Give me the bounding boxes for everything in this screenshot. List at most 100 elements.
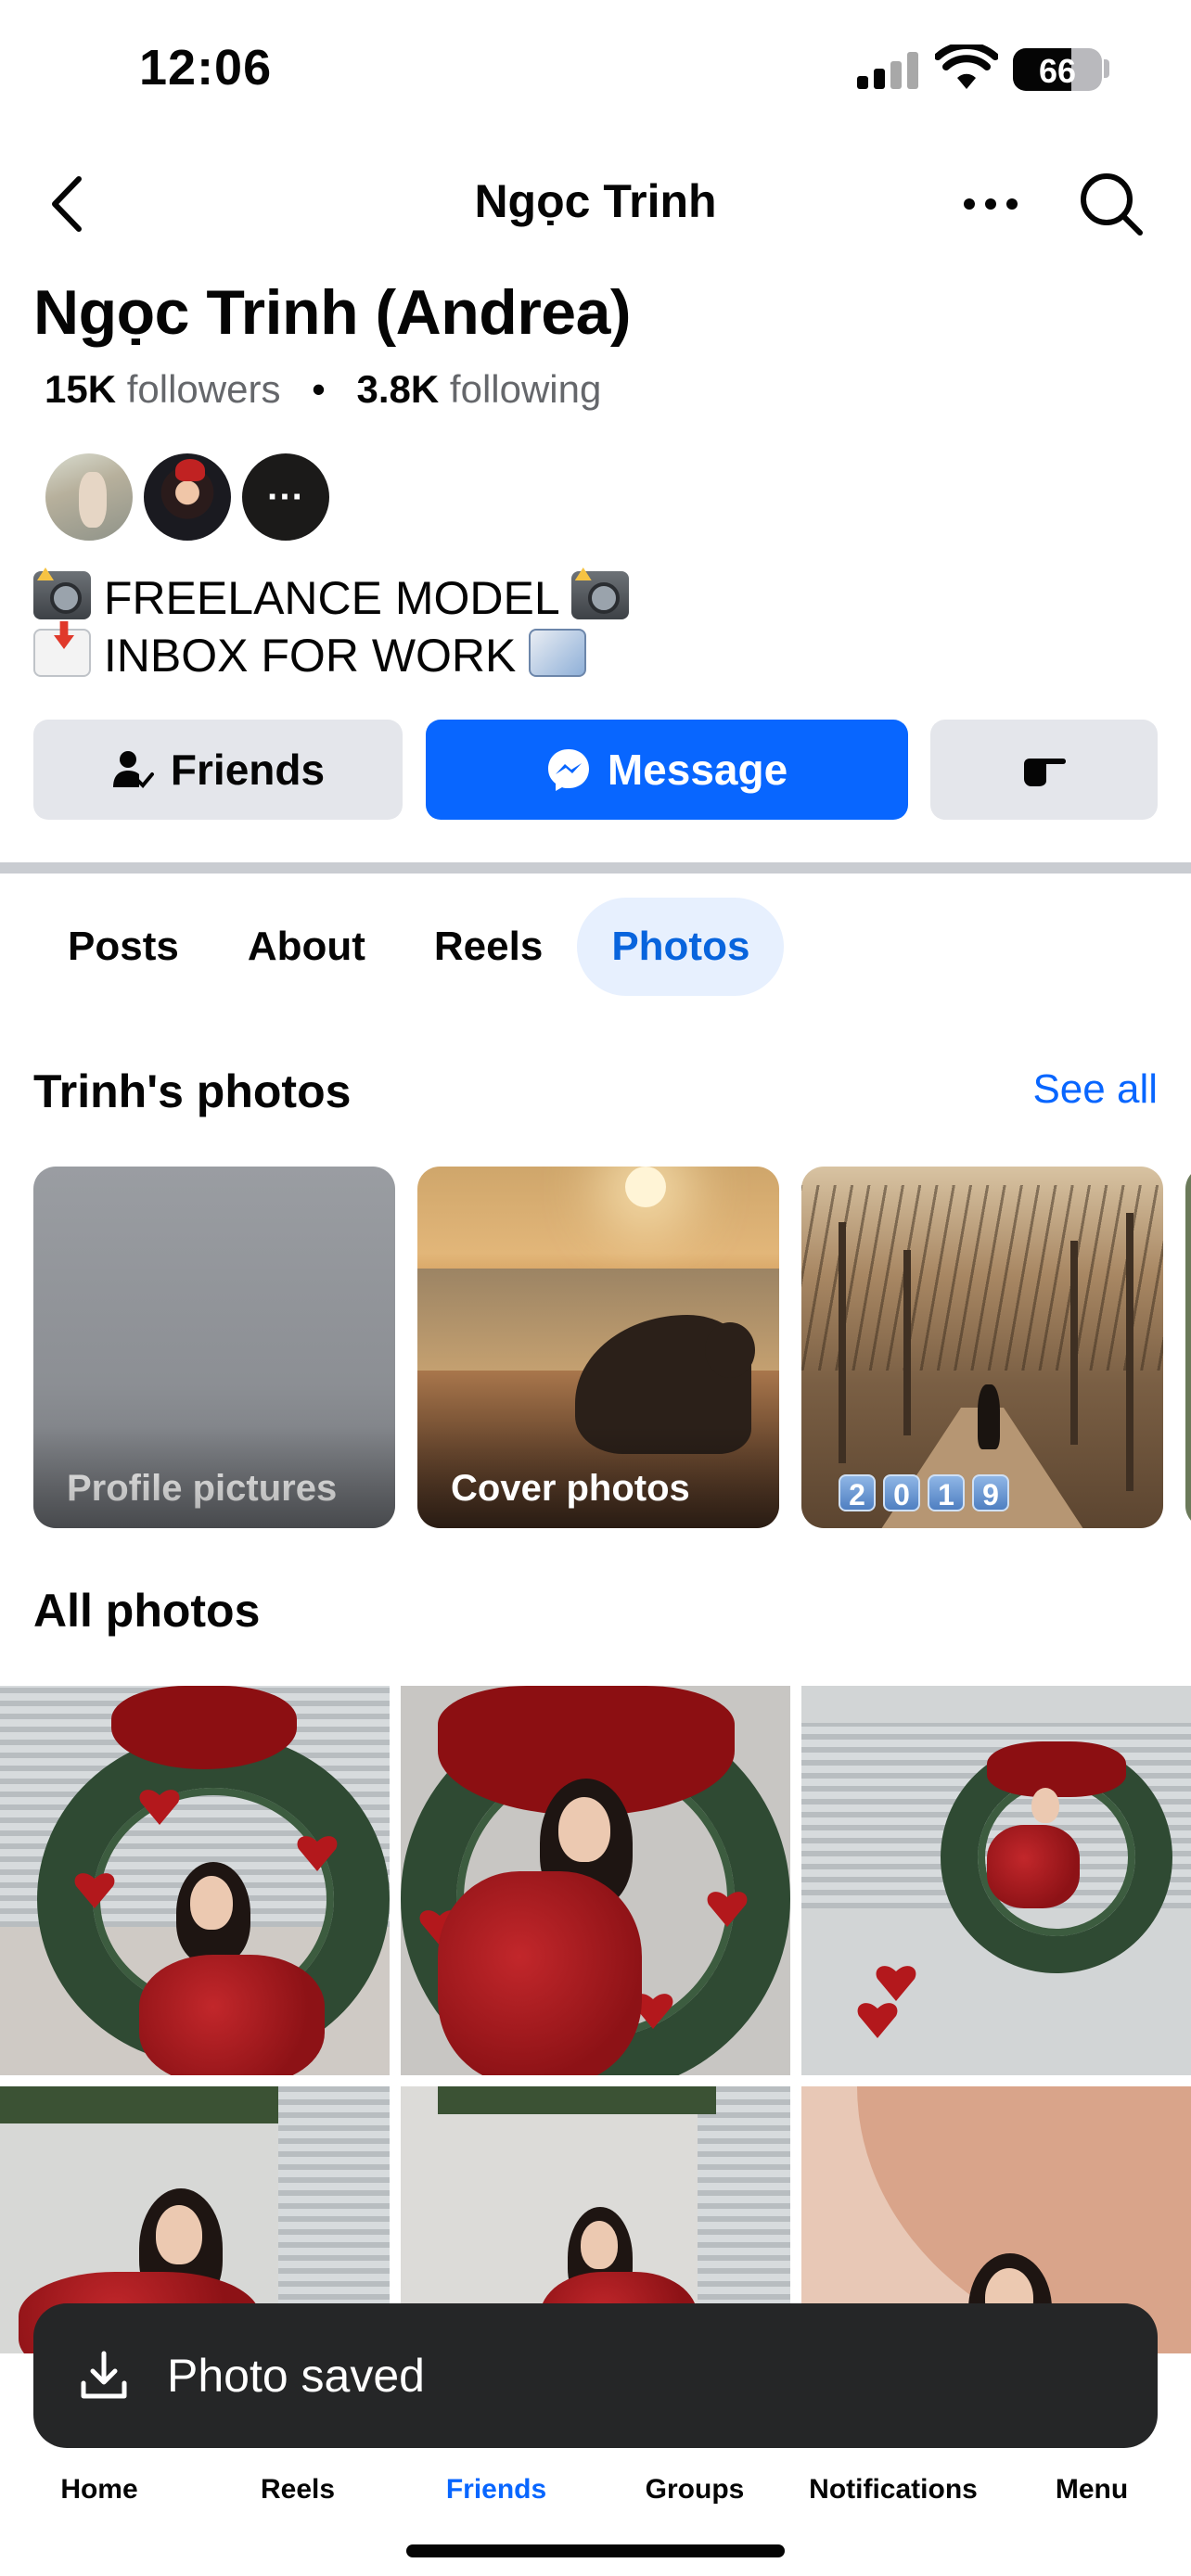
more-options-button[interactable]: [955, 176, 1026, 232]
message-button[interactable]: Message: [426, 720, 908, 820]
friend-check-icon: [111, 748, 154, 791]
wifi-icon: [935, 45, 998, 89]
nav-notifications[interactable]: Notifications: [794, 2474, 992, 2506]
album-2019[interactable]: 2 0 1 9: [801, 1167, 1163, 1528]
followers-label[interactable]: followers: [127, 367, 281, 411]
battery-icon: 66: [1013, 48, 1102, 91]
photo-art: [581, 2221, 618, 2269]
tab-posts[interactable]: Posts: [33, 898, 213, 996]
see-all-link[interactable]: See all: [1032, 1066, 1158, 1113]
keycap-digit: 0: [883, 1474, 920, 1511]
poke-button[interactable]: [930, 720, 1158, 820]
profile-actions: Friends Message: [33, 720, 1158, 820]
more-dots-icon: [964, 198, 1018, 210]
album-label: Cover photos: [451, 1468, 690, 1509]
album-thumbnail-art: [1070, 1241, 1078, 1445]
envelope-arrow-icon: [33, 629, 91, 677]
nav-menu-label: Menu: [1055, 2474, 1129, 2505]
album-profile-pictures[interactable]: Profile pictures: [33, 1167, 395, 1528]
search-button[interactable]: [1074, 167, 1148, 241]
search-icon: [1081, 173, 1143, 236]
nav-reels-label: Reels: [260, 2474, 336, 2505]
status-bar: 12:06 66: [0, 0, 1191, 139]
album-thumbnail-art: [839, 1222, 846, 1463]
incoming-envelope-icon: [529, 629, 587, 677]
status-time: 12:06: [139, 40, 273, 96]
nav-friends-label: Friends: [445, 2474, 547, 2505]
profile-tabs: Posts About Reels Photos: [33, 898, 785, 996]
profile-name: Ngọc Trinh (Andrea): [33, 277, 632, 348]
poke-hand-icon: [1023, 759, 1066, 786]
toast-text: Photo saved: [167, 2350, 425, 2402]
more-mutuals-avatar[interactable]: ···: [239, 451, 332, 543]
mutual-friends[interactable]: ···: [43, 451, 338, 543]
download-icon: [78, 2350, 130, 2402]
photo-art: [438, 1871, 642, 2075]
photo-art: [876, 1964, 916, 2001]
photo-tile[interactable]: [801, 1686, 1191, 2075]
album-thumbnail-art: [801, 1185, 1163, 1371]
photo-art: [156, 2205, 202, 2264]
photo-art: [857, 2001, 898, 2038]
album-next-partial[interactable]: [1185, 1167, 1191, 1528]
following-label[interactable]: following: [450, 367, 601, 411]
photo-tile[interactable]: [401, 1686, 790, 2075]
album-thumbnail-art: [903, 1250, 911, 1435]
album-label: Profile pictures: [67, 1468, 338, 1509]
photo-grid: [0, 1686, 1191, 2353]
message-button-label: Message: [607, 746, 788, 794]
photo-art: [987, 1741, 1126, 1797]
photo-art: [438, 2086, 716, 2114]
keycap-digit: 9: [972, 1474, 1009, 1511]
camera-flash-icon: [33, 571, 91, 619]
battery-level: 66: [1038, 52, 1077, 90]
tab-photos[interactable]: Photos: [577, 898, 785, 996]
mutual-friend-avatar[interactable]: [141, 451, 234, 543]
nav-groups-label: Groups: [645, 2474, 745, 2505]
nav-groups[interactable]: Groups: [596, 2474, 794, 2506]
all-photos-title: All photos: [33, 1585, 261, 1637]
battery-tip: [1104, 59, 1109, 78]
follow-stats: 15K followers • 3.8K following: [45, 367, 601, 412]
following-count[interactable]: 3.8K: [357, 367, 440, 411]
stats-separator: •: [312, 367, 326, 411]
nav-menu[interactable]: Menu: [992, 2474, 1191, 2506]
bio-text-1: FREELANCE MODEL: [103, 572, 558, 624]
home-indicator: [406, 2544, 785, 2557]
bio-line: FREELANCE MODEL: [33, 569, 629, 627]
album-year-keycaps: 2 0 1 9: [839, 1474, 1009, 1511]
photo-art: [0, 2086, 278, 2123]
tab-about[interactable]: About: [213, 898, 400, 996]
tab-reels[interactable]: Reels: [400, 898, 577, 996]
friends-button[interactable]: Friends: [33, 720, 403, 820]
album-thumbnail-art: [978, 1384, 1000, 1449]
mutual-friend-avatar[interactable]: [43, 451, 135, 543]
photo-art: [558, 1797, 610, 1862]
friends-button-label: Friends: [170, 746, 326, 794]
photo-saved-toast[interactable]: Photo saved: [33, 2303, 1158, 2448]
album-thumbnail-art: [625, 1167, 666, 1207]
photo-art: [111, 1686, 297, 1769]
photo-art: [1031, 1788, 1059, 1823]
cellular-signal-icon: [857, 50, 918, 89]
profile-header: Ngọc Trinh: [0, 148, 1191, 260]
nav-friends[interactable]: Friends: [397, 2474, 596, 2506]
nav-home-label: Home: [60, 2474, 138, 2505]
album-thumbnail-art: [1126, 1213, 1133, 1491]
photo-art: [190, 1876, 233, 1930]
followers-count[interactable]: 15K: [45, 367, 116, 411]
nav-notifications-label: Notifications: [809, 2474, 978, 2505]
keycap-digit: 1: [928, 1474, 965, 1511]
keycap-digit: 2: [839, 1474, 876, 1511]
photo-art: [987, 1825, 1080, 1908]
messenger-icon: [546, 747, 591, 792]
bio-line: INBOX FOR WORK: [33, 627, 629, 684]
nav-reels[interactable]: Reels: [198, 2474, 397, 2506]
album-carousel: Profile pictures Cover photos 2 0 1 9: [33, 1167, 1191, 1528]
photo-tile[interactable]: [0, 1686, 390, 2075]
photo-art: [139, 1955, 325, 2075]
album-cover-photos[interactable]: Cover photos: [417, 1167, 779, 1528]
nav-home[interactable]: Home: [0, 2474, 198, 2506]
photos-section-title: Trinh's photos: [33, 1065, 352, 1117]
profile-bio: FREELANCE MODEL INBOX FOR WORK: [33, 569, 629, 684]
